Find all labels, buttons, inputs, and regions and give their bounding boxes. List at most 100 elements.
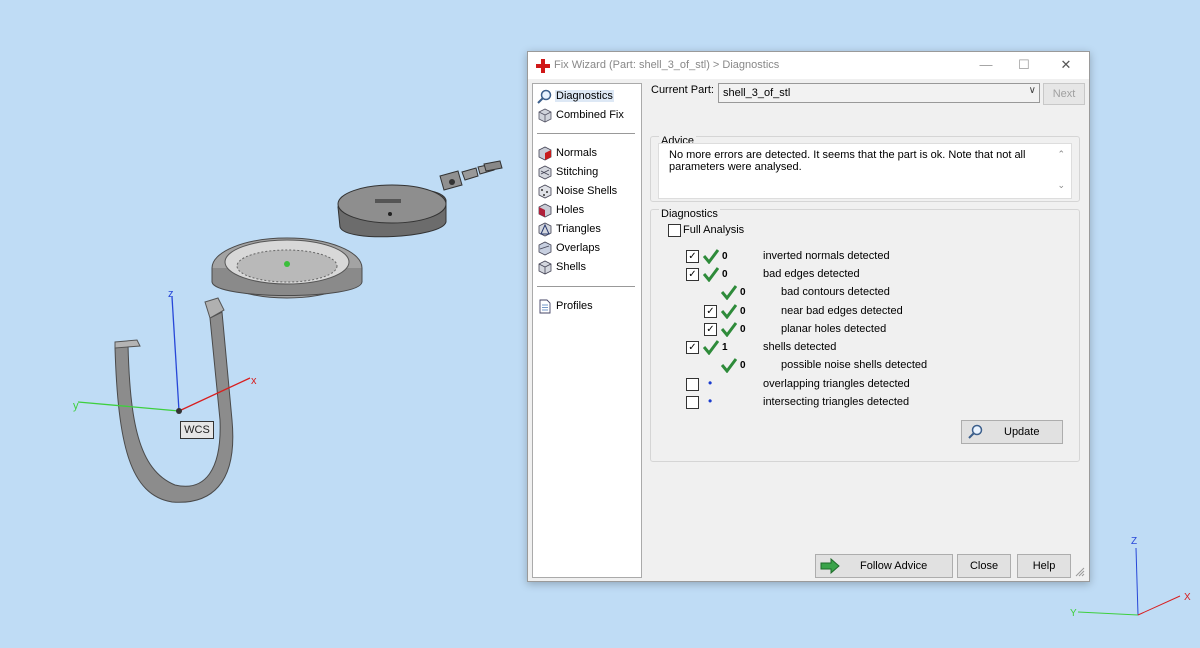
follow-advice-button[interactable]: Follow Advice <box>815 554 953 578</box>
stitching-cube-icon <box>538 165 552 179</box>
sidebar-item-overlaps[interactable]: Overlaps <box>537 239 601 257</box>
normals-cube-icon <box>538 146 552 160</box>
sidebar-label-overlaps: Overlaps <box>556 242 601 254</box>
axis-x-label: x <box>251 375 257 387</box>
holes-cube-icon <box>538 203 552 217</box>
next-button[interactable]: Next <box>1043 83 1085 105</box>
sidebar-item-combined-fix[interactable]: Combined Fix <box>537 106 625 124</box>
overlapping-triangles-label: overlapping triangles detected <box>763 378 910 390</box>
shells-count: 1 <box>722 342 728 353</box>
sidebar-item-profiles[interactable]: Profiles <box>537 297 594 315</box>
minimize-button[interactable]: — <box>976 56 996 74</box>
noise-shells-label: possible noise shells detected <box>781 359 928 371</box>
inverted-normals-count: 0 <box>722 251 728 262</box>
sidebar-label-holes: Holes <box>556 204 585 216</box>
advice-text: No more errors are detected. It seems th… <box>669 149 1054 173</box>
gear-ring-part[interactable] <box>211 237 363 299</box>
sidebar-item-shells[interactable]: Shells <box>537 258 587 276</box>
shells-label: shells detected <box>763 341 837 353</box>
current-part-label: Current Part: <box>651 84 714 96</box>
sidebar-item-triangles[interactable]: Triangles <box>537 220 602 238</box>
check-ok-icon <box>703 267 719 282</box>
dialog-title: Fix Wizard (Part: shell_3_of_stl) > Diag… <box>554 59 780 71</box>
check-ok-icon <box>703 249 719 264</box>
arrow-right-icon <box>820 558 840 574</box>
wcs-label: WCS <box>180 421 214 439</box>
sidebar-item-diagnostics[interactable]: Diagnostics <box>537 87 614 105</box>
current-part-value: shell_3_of_stl <box>723 87 791 99</box>
wizard-sidebar: Diagnostics Combined Fix Normals Stitchi… <box>532 83 642 578</box>
planar-holes-checkbox[interactable]: ✓ <box>704 323 717 336</box>
corner-axes <box>1077 547 1181 616</box>
sidebar-separator <box>537 286 635 287</box>
axis-z-label: z <box>168 288 174 300</box>
red-cross-icon <box>536 59 550 73</box>
check-ok-icon <box>703 340 719 355</box>
sidebar-label-diagnostics: Diagnostics <box>555 90 614 102</box>
inverted-normals-checkbox[interactable]: ✓ <box>686 250 699 263</box>
diagnostics-group-title: Diagnostics <box>659 208 720 220</box>
full-analysis-label: Full Analysis <box>683 224 745 236</box>
sidebar-label-profiles: Profiles <box>556 300 593 312</box>
document-icon <box>539 299 551 313</box>
scroll-up-icon[interactable]: ⌃ <box>1057 149 1065 160</box>
noise-shells-count: 0 <box>740 360 746 371</box>
fix-wizard-dialog: Fix Wizard (Part: shell_3_of_stl) > Diag… <box>527 51 1090 582</box>
shells-checkbox[interactable]: ✓ <box>686 341 699 354</box>
bad-edges-checkbox[interactable]: ✓ <box>686 268 699 281</box>
close-button[interactable]: Close <box>957 554 1011 578</box>
magnifier-icon <box>537 89 552 104</box>
bad-edges-count: 0 <box>722 269 728 280</box>
shells-icon <box>538 260 552 274</box>
follow-advice-label: Follow Advice <box>860 560 928 572</box>
update-button[interactable]: Update <box>961 420 1063 444</box>
corner-axis-y-label: Y <box>1070 608 1077 619</box>
sidebar-item-normals[interactable]: Normals <box>537 144 598 162</box>
sidebar-label-shells: Shells <box>556 261 586 273</box>
noise-shells-icon <box>538 184 552 198</box>
maximize-button[interactable]: ☐ <box>1014 56 1034 74</box>
triangles-icon <box>538 222 552 236</box>
corner-axis-z-label: Z <box>1131 536 1138 547</box>
overlapping-triangles-checkbox[interactable] <box>686 378 699 391</box>
near-bad-edges-count: 0 <box>740 306 746 317</box>
sidebar-separator <box>537 133 635 134</box>
sidebar-item-noise-shells[interactable]: Noise Shells <box>537 182 618 200</box>
resize-grip-icon[interactable] <box>1075 567 1085 577</box>
check-ok-icon <box>721 304 737 319</box>
chevron-down-icon: ∨ <box>1028 85 1036 96</box>
scroll-down-icon[interactable]: ⌄ <box>1057 180 1065 191</box>
near-bad-edges-label: near bad edges detected <box>781 305 903 317</box>
status-unknown-icon: • <box>708 376 713 390</box>
sidebar-item-holes[interactable]: Holes <box>537 201 585 219</box>
close-window-button[interactable]: ✕ <box>1056 56 1076 74</box>
intersecting-triangles-checkbox[interactable] <box>686 396 699 409</box>
planar-holes-count: 0 <box>740 324 746 335</box>
bad-edges-label: bad edges detected <box>763 268 860 280</box>
sidebar-label-noise-shells: Noise Shells <box>556 185 618 197</box>
help-button[interactable]: Help <box>1017 554 1071 578</box>
small-screws-part[interactable] <box>439 160 503 191</box>
cube-icon <box>538 108 552 122</box>
status-unknown-icon: • <box>708 394 713 408</box>
full-analysis-checkbox[interactable] <box>668 224 681 237</box>
axis-y-label: y <box>73 400 79 412</box>
title-bar[interactable]: Fix Wizard (Part: shell_3_of_stl) > Diag… <box>528 52 1089 79</box>
sidebar-label-stitching: Stitching <box>556 166 599 178</box>
planar-holes-label: planar holes detected <box>781 323 887 335</box>
near-bad-edges-checkbox[interactable]: ✓ <box>704 305 717 318</box>
update-button-label: Update <box>1004 426 1040 438</box>
sidebar-item-stitching[interactable]: Stitching <box>537 163 599 181</box>
sidebar-label-normals: Normals <box>556 147 597 159</box>
bad-contours-count: 0 <box>740 287 746 298</box>
current-part-dropdown[interactable]: shell_3_of_stl ∨ <box>718 83 1040 103</box>
overlaps-icon <box>538 241 552 255</box>
check-ok-icon <box>721 285 737 300</box>
check-ok-icon <box>721 358 737 373</box>
bad-contours-label: bad contours detected <box>781 286 890 298</box>
disc-cap-part[interactable] <box>337 184 447 238</box>
sidebar-label-combined-fix: Combined Fix <box>556 109 624 121</box>
corner-axis-x-label: X <box>1184 592 1191 603</box>
check-ok-icon <box>721 322 737 337</box>
intersecting-triangles-label: intersecting triangles detected <box>763 396 910 408</box>
